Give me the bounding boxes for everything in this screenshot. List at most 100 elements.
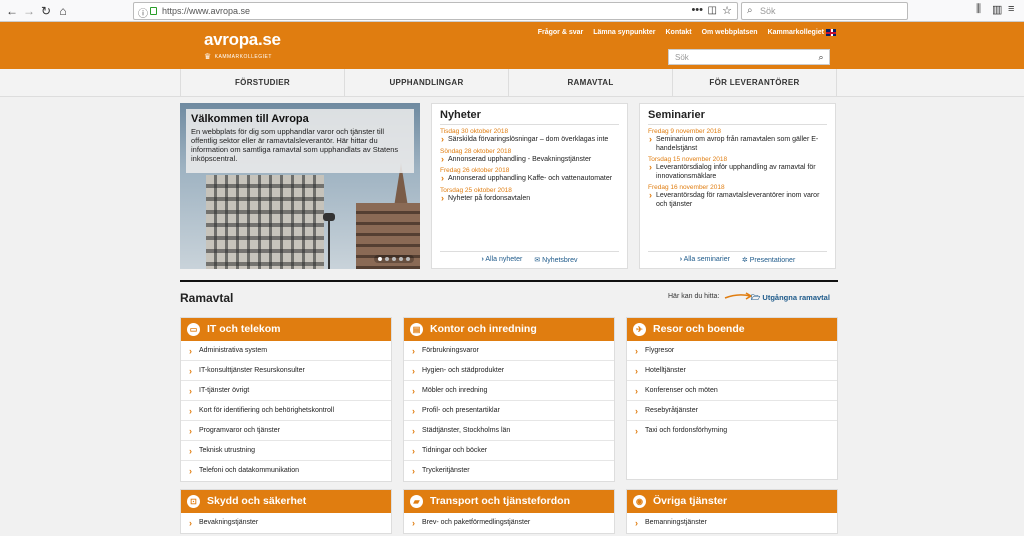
toplink-feedback[interactable]: Lämna synpunkter: [593, 29, 655, 36]
category-transport: ▰ Transport och tjänstefordon Brev- och p…: [403, 489, 615, 534]
category-header[interactable]: ▭ IT och telekom: [181, 318, 391, 341]
category-link[interactable]: Hygien- och städprodukter: [404, 361, 614, 381]
category-link[interactable]: Flygresor: [627, 341, 837, 361]
nav-upphandlingar[interactable]: UPPHANDLINGAR: [345, 69, 509, 97]
news-title[interactable]: Särskilda förvaringslösningar – dom över…: [440, 135, 619, 145]
info-icon[interactable]: ⓘ: [138, 5, 148, 20]
category-kontor-inredning: ▤Kontor och inredning Förbrukningsvaror …: [403, 317, 615, 482]
seminar-title[interactable]: Seminarium om avrop från ramavtalen som …: [648, 135, 827, 153]
category-link[interactable]: Tidningar och böcker: [404, 441, 614, 461]
news-title[interactable]: Nyheter på fordonsavtalen: [440, 194, 619, 204]
home-icon[interactable]: ⌂: [55, 3, 71, 19]
category-link[interactable]: Administrativa system: [181, 341, 391, 361]
presentations-link[interactable]: ✲ Presentationer: [742, 256, 795, 264]
all-news-link[interactable]: › Alla nyheter: [481, 256, 522, 264]
category-link[interactable]: Programvaror och tjänster: [181, 421, 391, 441]
english-flag-icon[interactable]: [826, 29, 836, 36]
category-link[interactable]: Resebyråtjänster: [627, 401, 837, 421]
category-link[interactable]: Teknisk utrustning: [181, 441, 391, 461]
category-link[interactable]: Förbrukningsvaror: [404, 341, 614, 361]
site-search-input[interactable]: Sök ⌕: [668, 49, 830, 65]
page-actions-icon[interactable]: •••: [691, 4, 703, 16]
carousel-dot[interactable]: [378, 257, 382, 261]
news-footer: › Alla nyheter ✉ Nyhetsbrev: [440, 251, 619, 264]
all-seminars-link[interactable]: › Alla seminarier: [680, 256, 730, 264]
category-header[interactable]: ◉ Övriga tjänster: [627, 490, 837, 513]
category-link[interactable]: Bemanningstjänster: [627, 513, 837, 533]
lock-icon: [150, 7, 157, 15]
seminar-item[interactable]: Fredag 16 november 2018 Leverantörsdag f…: [648, 184, 827, 209]
carousel-dot[interactable]: [406, 257, 410, 261]
expired-agreements-link[interactable]: 🗁 Utgångna ramavtal: [751, 292, 830, 305]
news-item[interactable]: Fredag 26 oktober 2018 Annonserad upphan…: [440, 167, 619, 184]
newsletter-label: Nyhetsbrev: [542, 257, 578, 264]
seminar-title[interactable]: Leverantörsdag för ramavtalsleverantörer…: [648, 191, 827, 209]
category-header[interactable]: ▤ Kontor och inredning: [404, 318, 614, 341]
library-icon[interactable]: ⫼: [976, 3, 981, 16]
news-title[interactable]: Annonserad upphandling - Bevakningstjäns…: [440, 155, 619, 165]
category-link[interactable]: IT-tjänster övrigt: [181, 381, 391, 401]
hint-text: Här kan du hitta:: [668, 293, 720, 300]
news-title[interactable]: Annonserad upphandling Kaffe- och vatten…: [440, 174, 619, 184]
menu-icon[interactable]: ≡: [1008, 3, 1014, 15]
news-item[interactable]: Tisdag 30 oktober 2018 Särskilda förvari…: [440, 128, 619, 145]
url-bar[interactable]: ⓘ https://www.avropa.se ••• ◫ ☆: [133, 2, 738, 20]
site-logo[interactable]: avropa.se ♛ KAMMARKOLLEGIET: [204, 30, 281, 61]
category-link[interactable]: Brev- och paketförmedlingstjänster: [404, 513, 614, 533]
gear-icon: ✲: [741, 257, 748, 264]
category-title: Transport och tjänstefordon: [430, 495, 571, 507]
nav-leverantorer[interactable]: FÖR LEVERANTÖRER: [673, 69, 837, 97]
toplink-about[interactable]: Om webbplatsen: [702, 29, 758, 36]
toplink-kammarkollegiet[interactable]: Kammarkollegiet: [768, 29, 824, 36]
truck-icon: ▰: [410, 495, 423, 508]
search-icon[interactable]: ⌕: [813, 50, 829, 64]
news-item[interactable]: Torsdag 25 oktober 2018 Nyheter på fordo…: [440, 187, 619, 204]
browser-search-input[interactable]: ⌕ Sök: [741, 2, 908, 20]
category-skydd-sakerhet: ⊡ Skydd och säkerhet Bevakningstjänster: [180, 489, 392, 534]
hero-title: Välkommen till Avropa: [191, 113, 309, 125]
back-icon[interactable]: ←: [4, 3, 20, 19]
seminars-box: Seminarier Fredag 9 november 2018 Semina…: [639, 103, 836, 269]
category-header[interactable]: ✈ Resor och boende: [627, 318, 837, 341]
seminar-title[interactable]: Leverantörsdialog inför upphandling av r…: [648, 163, 827, 181]
nav-ramavtal[interactable]: RAMAVTAL: [509, 69, 673, 97]
carousel-dot[interactable]: [399, 257, 403, 261]
category-title: IT och telekom: [207, 323, 281, 335]
pocket-icon[interactable]: ◫: [708, 5, 717, 16]
nav-forstudier[interactable]: FÖRSTUDIER: [181, 69, 345, 97]
hero-carousel[interactable]: Välkommen till Avropa En webbplats för d…: [180, 103, 420, 269]
category-link[interactable]: Möbler och inredning: [404, 381, 614, 401]
carousel-dot[interactable]: [392, 257, 396, 261]
category-link[interactable]: Hotelltjänster: [627, 361, 837, 381]
presentations-label: Presentationer: [749, 257, 796, 264]
category-link[interactable]: Kort för identifiering och behörighetsko…: [181, 401, 391, 421]
news-heading: Nyheter: [440, 109, 619, 125]
category-header[interactable]: ⊡ Skydd och säkerhet: [181, 490, 391, 513]
expired-agreements-label: Utgångna ramavtal: [762, 293, 830, 302]
chevron-right-icon: ›: [679, 256, 683, 263]
seminar-item[interactable]: Fredag 9 november 2018 Seminarium om avr…: [648, 128, 827, 153]
news-date: Söndag 28 oktober 2018: [440, 147, 512, 155]
category-link[interactable]: Bevakningstjänster: [181, 513, 391, 533]
category-header[interactable]: ▰ Transport och tjänstefordon: [404, 490, 614, 513]
carousel-dot[interactable]: [385, 257, 389, 261]
category-link[interactable]: Konferenser och möten: [627, 381, 837, 401]
url-text[interactable]: https://www.avropa.se: [162, 6, 250, 16]
newsletter-link[interactable]: ✉ Nyhetsbrev: [534, 256, 577, 264]
category-link[interactable]: Städtjänster, Stockholms län: [404, 421, 614, 441]
category-link[interactable]: Profil- och presentartiklar: [404, 401, 614, 421]
bookmark-star-icon[interactable]: ☆: [722, 4, 732, 17]
forward-icon[interactable]: →: [21, 3, 37, 19]
category-link[interactable]: Taxi och fordonsförhyrning: [627, 421, 837, 441]
category-link[interactable]: Telefoni och datakommunikation: [181, 461, 391, 481]
category-link[interactable]: IT-konsulttjänster Resurskonsulter: [181, 361, 391, 381]
reload-icon[interactable]: ↻: [38, 3, 54, 19]
sidebar-icon[interactable]: ▥: [992, 3, 1002, 16]
all-news-label: Alla nyheter: [485, 256, 523, 263]
seminar-item[interactable]: Torsdag 15 november 2018 Leverantörsdial…: [648, 156, 827, 181]
news-item[interactable]: Söndag 28 oktober 2018 Annonserad upphan…: [440, 148, 619, 165]
top-links: Frågor & svar Lämna synpunkter Kontakt O…: [538, 29, 824, 36]
toplink-faq[interactable]: Frågor & svar: [538, 29, 584, 36]
category-link[interactable]: Tryckeritjänster: [404, 461, 614, 481]
toplink-contact[interactable]: Kontakt: [666, 29, 692, 36]
